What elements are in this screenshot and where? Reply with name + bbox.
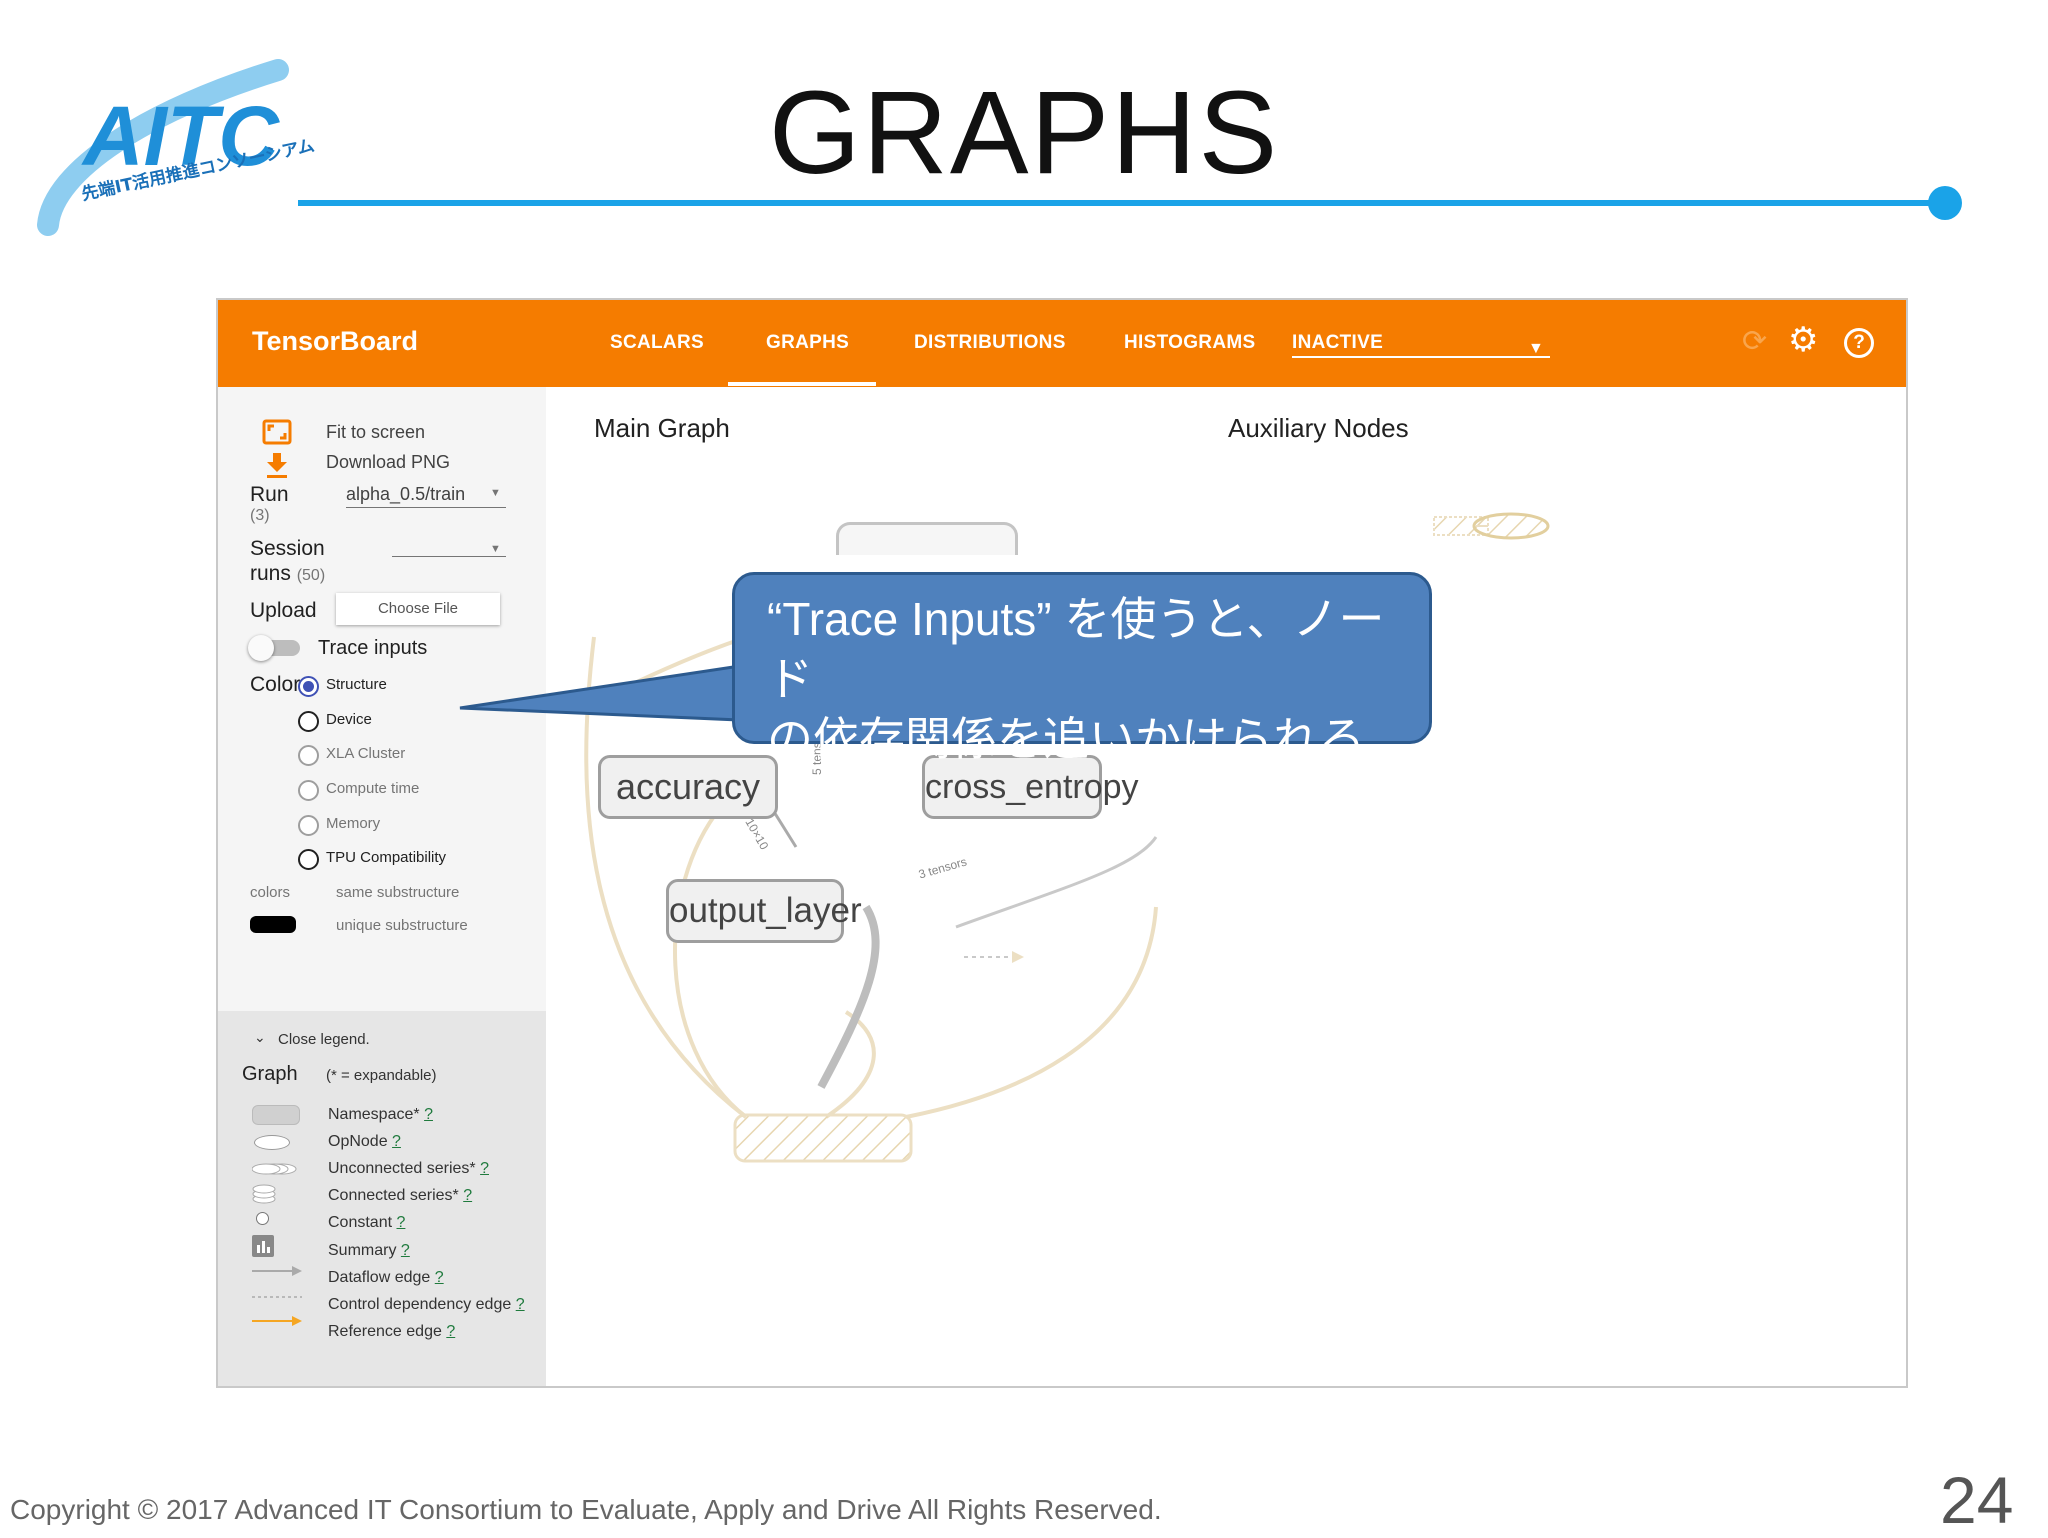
- page-number: 24: [1940, 1463, 2014, 1537]
- footer-copyright: Copyright © 2017 Advanced IT Consortium …: [10, 1494, 1162, 1525]
- callout-line-1: “Trace Inputs” を使うと、ノード: [767, 593, 1385, 705]
- callout-box: “Trace Inputs” を使うと、ノード の依存関係を追いかけられる: [732, 572, 1432, 765]
- callout-line-2: の依存関係を追いかけられる: [767, 713, 1365, 765]
